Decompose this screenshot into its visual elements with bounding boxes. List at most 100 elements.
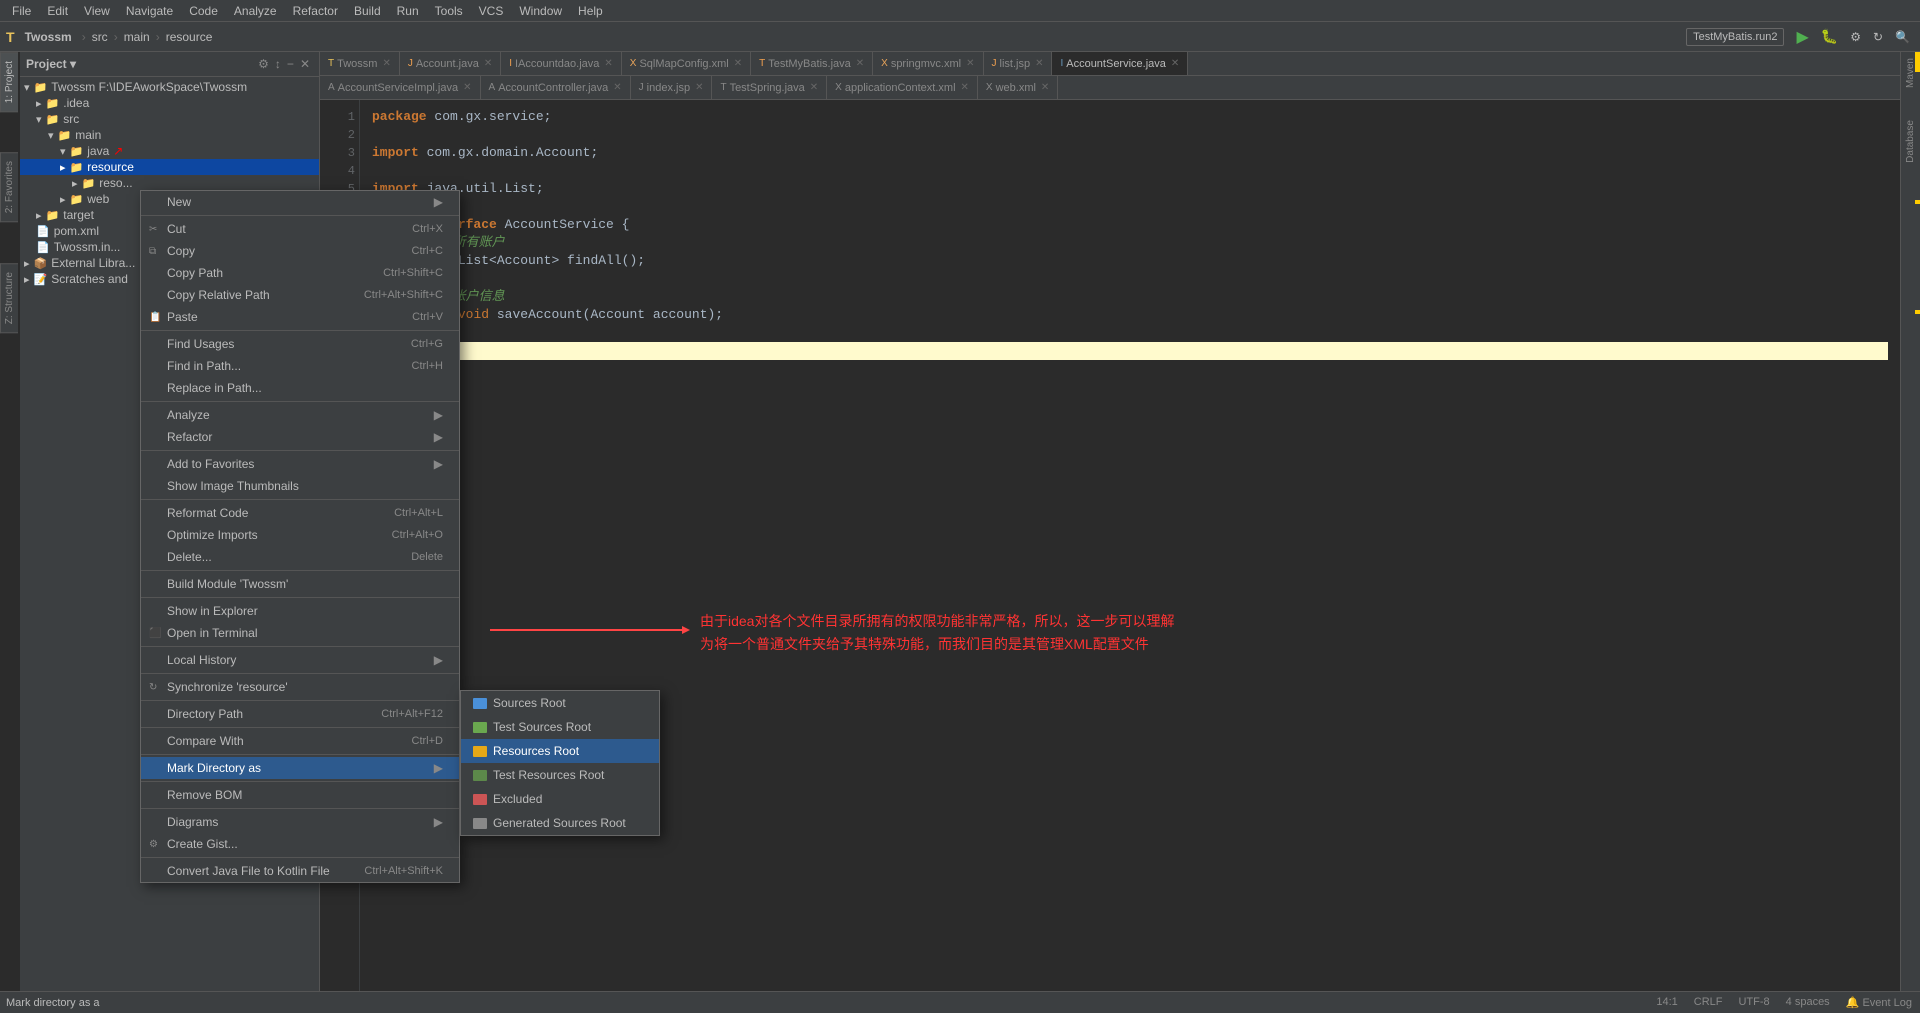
ctx-synchronize[interactable]: ↻Synchronize 'resource' bbox=[141, 676, 459, 698]
ctx-diagrams[interactable]: Diagrams ▶ bbox=[141, 811, 459, 833]
tree-item-idea[interactable]: ▸ 📁 .idea bbox=[20, 95, 319, 111]
ctx-delete[interactable]: Delete... Delete bbox=[141, 546, 459, 568]
run-button[interactable]: ▶ bbox=[1792, 25, 1812, 49]
tab-close-testspring[interactable]: ✕ bbox=[810, 82, 818, 93]
ctx-copy-path[interactable]: Copy Path Ctrl+Shift+C bbox=[141, 262, 459, 284]
ctx-analyze[interactable]: Analyze ▶ bbox=[141, 404, 459, 426]
breadcrumb-main[interactable]: main bbox=[124, 30, 150, 44]
menu-analyze[interactable]: Analyze bbox=[226, 2, 285, 20]
tab-listjsp[interactable]: J list.jsp ✕ bbox=[984, 52, 1053, 76]
menu-view[interactable]: View bbox=[76, 2, 118, 20]
ctx-find-usages[interactable]: Find Usages Ctrl+G bbox=[141, 333, 459, 355]
tab-webxml[interactable]: X web.xml ✕ bbox=[978, 76, 1058, 100]
tab-sqlmap[interactable]: X SqlMapConfig.xml ✕ bbox=[622, 52, 751, 76]
tab-iaccountdao[interactable]: I IAccountdao.java ✕ bbox=[501, 52, 622, 76]
debug-button[interactable]: 🐛 bbox=[1817, 26, 1842, 47]
ctx-open-terminal[interactable]: ⬛Open in Terminal bbox=[141, 622, 459, 644]
tab-close-ac[interactable]: ✕ bbox=[613, 82, 621, 93]
menu-refactor[interactable]: Refactor bbox=[285, 2, 346, 20]
ctx-remove-bom[interactable]: Remove BOM bbox=[141, 784, 459, 806]
submenu-generated-sources[interactable]: Generated Sources Root bbox=[461, 811, 659, 835]
ctx-find-in-path[interactable]: Find in Path... Ctrl+H bbox=[141, 355, 459, 377]
ctx-refactor[interactable]: Refactor ▶ bbox=[141, 426, 459, 448]
ctx-create-gist[interactable]: ⚙Create Gist... bbox=[141, 833, 459, 855]
ctx-build-module[interactable]: Build Module 'Twossm' bbox=[141, 573, 459, 595]
tree-item-resource[interactable]: ▸ 📁 resource bbox=[20, 159, 319, 175]
vtab-structure[interactable]: Z: Structure bbox=[0, 263, 18, 333]
ctx-reformat[interactable]: Reformat Code Ctrl+Alt+L bbox=[141, 502, 459, 524]
tab-accountserviceimpl[interactable]: A AccountServiceImpl.java ✕ bbox=[320, 76, 481, 100]
menu-edit[interactable]: Edit bbox=[39, 2, 76, 20]
tree-item-reso[interactable]: ▸ 📁 reso... bbox=[20, 175, 319, 191]
submenu-test-resources-root[interactable]: Test Resources Root bbox=[461, 763, 659, 787]
tree-item-src[interactable]: ▾ 📁 src bbox=[20, 111, 319, 127]
panel-sort-btn[interactable]: ↕ bbox=[272, 56, 284, 72]
tree-item-twossm[interactable]: ▾ 📁 Twossm F:\IDEAworkSpace\Twossm bbox=[20, 79, 319, 95]
tab-accountcontroller[interactable]: A AccountController.java ✕ bbox=[481, 76, 631, 100]
tab-twossm[interactable]: T Twossm ✕ bbox=[320, 52, 400, 76]
tab-account[interactable]: J Account.java ✕ bbox=[400, 52, 501, 76]
tab-close-iaccountdao[interactable]: ✕ bbox=[604, 58, 612, 69]
ctx-replace-in-path[interactable]: Replace in Path... bbox=[141, 377, 459, 399]
tab-close-accountservice[interactable]: ✕ bbox=[1171, 58, 1179, 69]
status-encoding[interactable]: UTF-8 bbox=[1738, 996, 1769, 1009]
tab-close-testmybatis[interactable]: ✕ bbox=[856, 58, 864, 69]
tab-appcontext[interactable]: X applicationContext.xml ✕ bbox=[827, 76, 978, 100]
menu-run[interactable]: Run bbox=[389, 2, 427, 20]
ctx-local-history[interactable]: Local History ▶ bbox=[141, 649, 459, 671]
tree-item-main[interactable]: ▾ 📁 main bbox=[20, 127, 319, 143]
menu-window[interactable]: Window bbox=[511, 2, 570, 20]
tree-item-java[interactable]: ▾ 📁 java ↗ bbox=[20, 143, 319, 159]
panel-collapse-btn[interactable]: − bbox=[284, 56, 297, 72]
tab-testspring[interactable]: T TestSpring.java ✕ bbox=[712, 76, 827, 100]
menu-vcs[interactable]: VCS bbox=[471, 2, 512, 20]
panel-close-btn[interactable]: ✕ bbox=[297, 56, 313, 72]
submenu-excluded[interactable]: Excluded bbox=[461, 787, 659, 811]
breadcrumb-src[interactable]: src bbox=[92, 30, 108, 44]
ctx-cut[interactable]: ✂Cut Ctrl+X bbox=[141, 218, 459, 240]
ctx-optimize[interactable]: Optimize Imports Ctrl+Alt+O bbox=[141, 524, 459, 546]
menu-help[interactable]: Help bbox=[570, 2, 611, 20]
ctx-dir-path[interactable]: Directory Path Ctrl+Alt+F12 bbox=[141, 703, 459, 725]
ctx-mark-directory[interactable]: Mark Directory as ▶ bbox=[141, 757, 459, 779]
tab-close-sqlmap[interactable]: ✕ bbox=[734, 58, 742, 69]
tab-close-indexjsp[interactable]: ✕ bbox=[695, 82, 703, 93]
code-editor[interactable]: package com.gx.service; import com.gx.do… bbox=[360, 100, 1900, 1013]
tab-springmvc[interactable]: X springmvc.xml ✕ bbox=[873, 52, 983, 76]
ctx-convert-kotlin[interactable]: Convert Java File to Kotlin File Ctrl+Al… bbox=[141, 860, 459, 882]
tab-testmybatis[interactable]: T TestMyBatis.java ✕ bbox=[751, 52, 873, 76]
submenu-test-sources-root[interactable]: Test Sources Root bbox=[461, 715, 659, 739]
vtab-favorites[interactable]: 2: Favorites bbox=[0, 152, 18, 222]
tab-close-listjsp[interactable]: ✕ bbox=[1035, 58, 1043, 69]
toolbar-run-config-btn[interactable]: TestMyBatis.run2 bbox=[1682, 29, 1788, 45]
event-log-button[interactable]: 🔔 Event Log bbox=[1846, 996, 1912, 1009]
database-icon[interactable]: Database bbox=[1903, 114, 1918, 169]
status-line-ending[interactable]: CRLF bbox=[1694, 996, 1723, 1009]
ctx-copy-relative[interactable]: Copy Relative Path Ctrl+Alt+Shift+C bbox=[141, 284, 459, 306]
ctx-show-explorer[interactable]: Show in Explorer bbox=[141, 600, 459, 622]
tab-indexjsp[interactable]: J index.jsp ✕ bbox=[631, 76, 713, 100]
status-indent[interactable]: 4 spaces bbox=[1786, 996, 1830, 1009]
refresh-button[interactable]: ↻ bbox=[1869, 28, 1887, 46]
ctx-paste[interactable]: 📋Paste Ctrl+V bbox=[141, 306, 459, 328]
tab-close-webxml[interactable]: ✕ bbox=[1041, 82, 1049, 93]
breadcrumb-resource[interactable]: resource bbox=[166, 30, 213, 44]
menu-navigate[interactable]: Navigate bbox=[118, 2, 181, 20]
ctx-compare-with[interactable]: Compare With Ctrl+D bbox=[141, 730, 459, 752]
ctx-copy[interactable]: ⧉Copy Ctrl+C bbox=[141, 240, 459, 262]
tab-close-asimpl[interactable]: ✕ bbox=[463, 82, 471, 93]
menu-build[interactable]: Build bbox=[346, 2, 389, 20]
search-everywhere-button[interactable]: 🔍 bbox=[1891, 28, 1914, 46]
tab-close-springmvc[interactable]: ✕ bbox=[966, 58, 974, 69]
menu-file[interactable]: File bbox=[4, 2, 39, 20]
menu-code[interactable]: Code bbox=[181, 2, 226, 20]
submenu-resources-root[interactable]: Resources Root bbox=[461, 739, 659, 763]
editor-content[interactable]: 12345 678910 11121314 package com.gx.ser… bbox=[320, 100, 1900, 1013]
tab-close-twossm[interactable]: ✕ bbox=[382, 58, 390, 69]
panel-settings-btn[interactable]: ⚙ bbox=[255, 56, 272, 72]
menu-tools[interactable]: Tools bbox=[427, 2, 471, 20]
build-button[interactable]: ⚙ bbox=[1846, 28, 1865, 46]
vtab-project[interactable]: 1: Project bbox=[0, 52, 18, 112]
ctx-new[interactable]: New ▶ bbox=[141, 191, 459, 213]
tab-close-account[interactable]: ✕ bbox=[484, 58, 492, 69]
